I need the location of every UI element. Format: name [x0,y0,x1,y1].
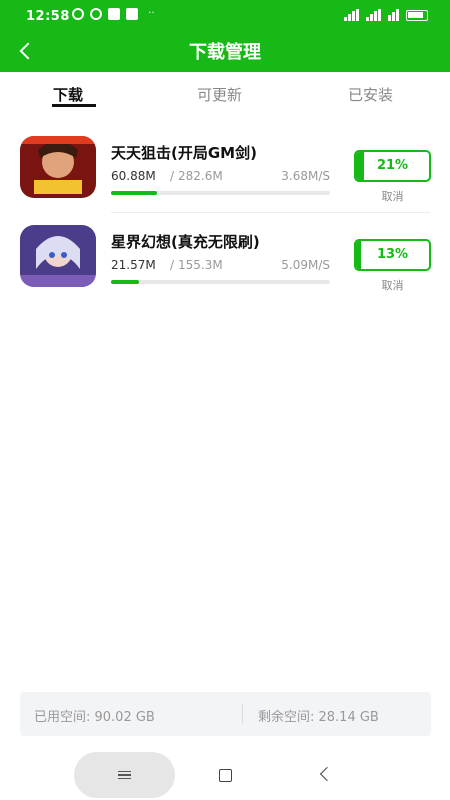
shield-icon [90,8,102,20]
app-name: 星界幻想(真充无限刷) [111,233,260,251]
progress-percent: 21% [376,158,409,173]
game-icon[interactable] [20,225,96,287]
system-back-button[interactable] [319,766,335,782]
more-notifications-icon: ·· [148,8,155,19]
app-name: 天天狙击(开局GM剑) [111,144,257,162]
progress-bar [111,280,330,284]
menu-icon [118,771,131,779]
header-bar: 12:58 ·· 下载管理 [0,0,450,72]
downloaded-size: 21.57M [111,258,156,272]
wifi-icon [388,9,399,21]
total-size: 155.3M [178,258,223,272]
status-left-icons: ·· [72,8,154,20]
free-space: 剩余空间: 28.14 GB [258,710,379,725]
status-bar: 12:58 ·· [0,0,450,34]
used-space: 已用空间: 90.02 GB [34,710,155,725]
status-right-icons [344,9,428,21]
pause-resume-button[interactable]: 21% [354,150,431,182]
progress-bar [111,191,330,195]
tab-download[interactable]: 下载 [53,84,83,105]
status-time: 12:58 [26,9,70,24]
download-speed: 3.68M/S [281,169,330,183]
storage-divider [242,704,243,724]
tab-installed[interactable]: 已安装 [348,84,393,105]
size-separator: / [170,169,175,183]
tab-updatable[interactable]: 可更新 [197,84,242,105]
divider [111,212,430,213]
progress-percent: 13% [376,247,409,262]
system-nav-bar [0,750,450,800]
notification-icon [126,8,138,20]
battery-icon [406,9,428,21]
progress-fill [111,280,140,284]
download-speed: 5.09M/S [281,258,330,272]
notification-icon [108,8,120,20]
game-icon[interactable] [20,136,96,198]
progress-fill [111,191,157,195]
storage-info: 已用空间: 90.02 GB 剩余空间: 28.14 GB [20,692,431,736]
signal-icon [366,9,381,21]
home-button[interactable] [219,769,232,782]
downloaded-size: 60.88M [111,169,156,183]
size-separator: / [170,258,175,272]
total-size: 282.6M [178,169,223,183]
signal-icon [344,9,359,21]
pause-resume-button[interactable]: 13% [354,239,431,271]
page-title: 下载管理 [189,42,261,63]
download-item: 星界幻想(真充无限刷) 21.57M / 155.3M 5.09M/S 13% … [0,225,450,305]
tab-active-indicator [52,104,96,107]
recent-apps-button[interactable] [74,752,175,798]
cancel-button[interactable]: 取消 [354,188,431,204]
download-item: 天天狙击(开局GM剑) 60.88M / 282.6M 3.68M/S 21% … [0,136,450,216]
alarm-icon [72,8,84,20]
tab-bar: 下载 可更新 已安装 [0,84,450,114]
cancel-button[interactable]: 取消 [354,277,431,293]
